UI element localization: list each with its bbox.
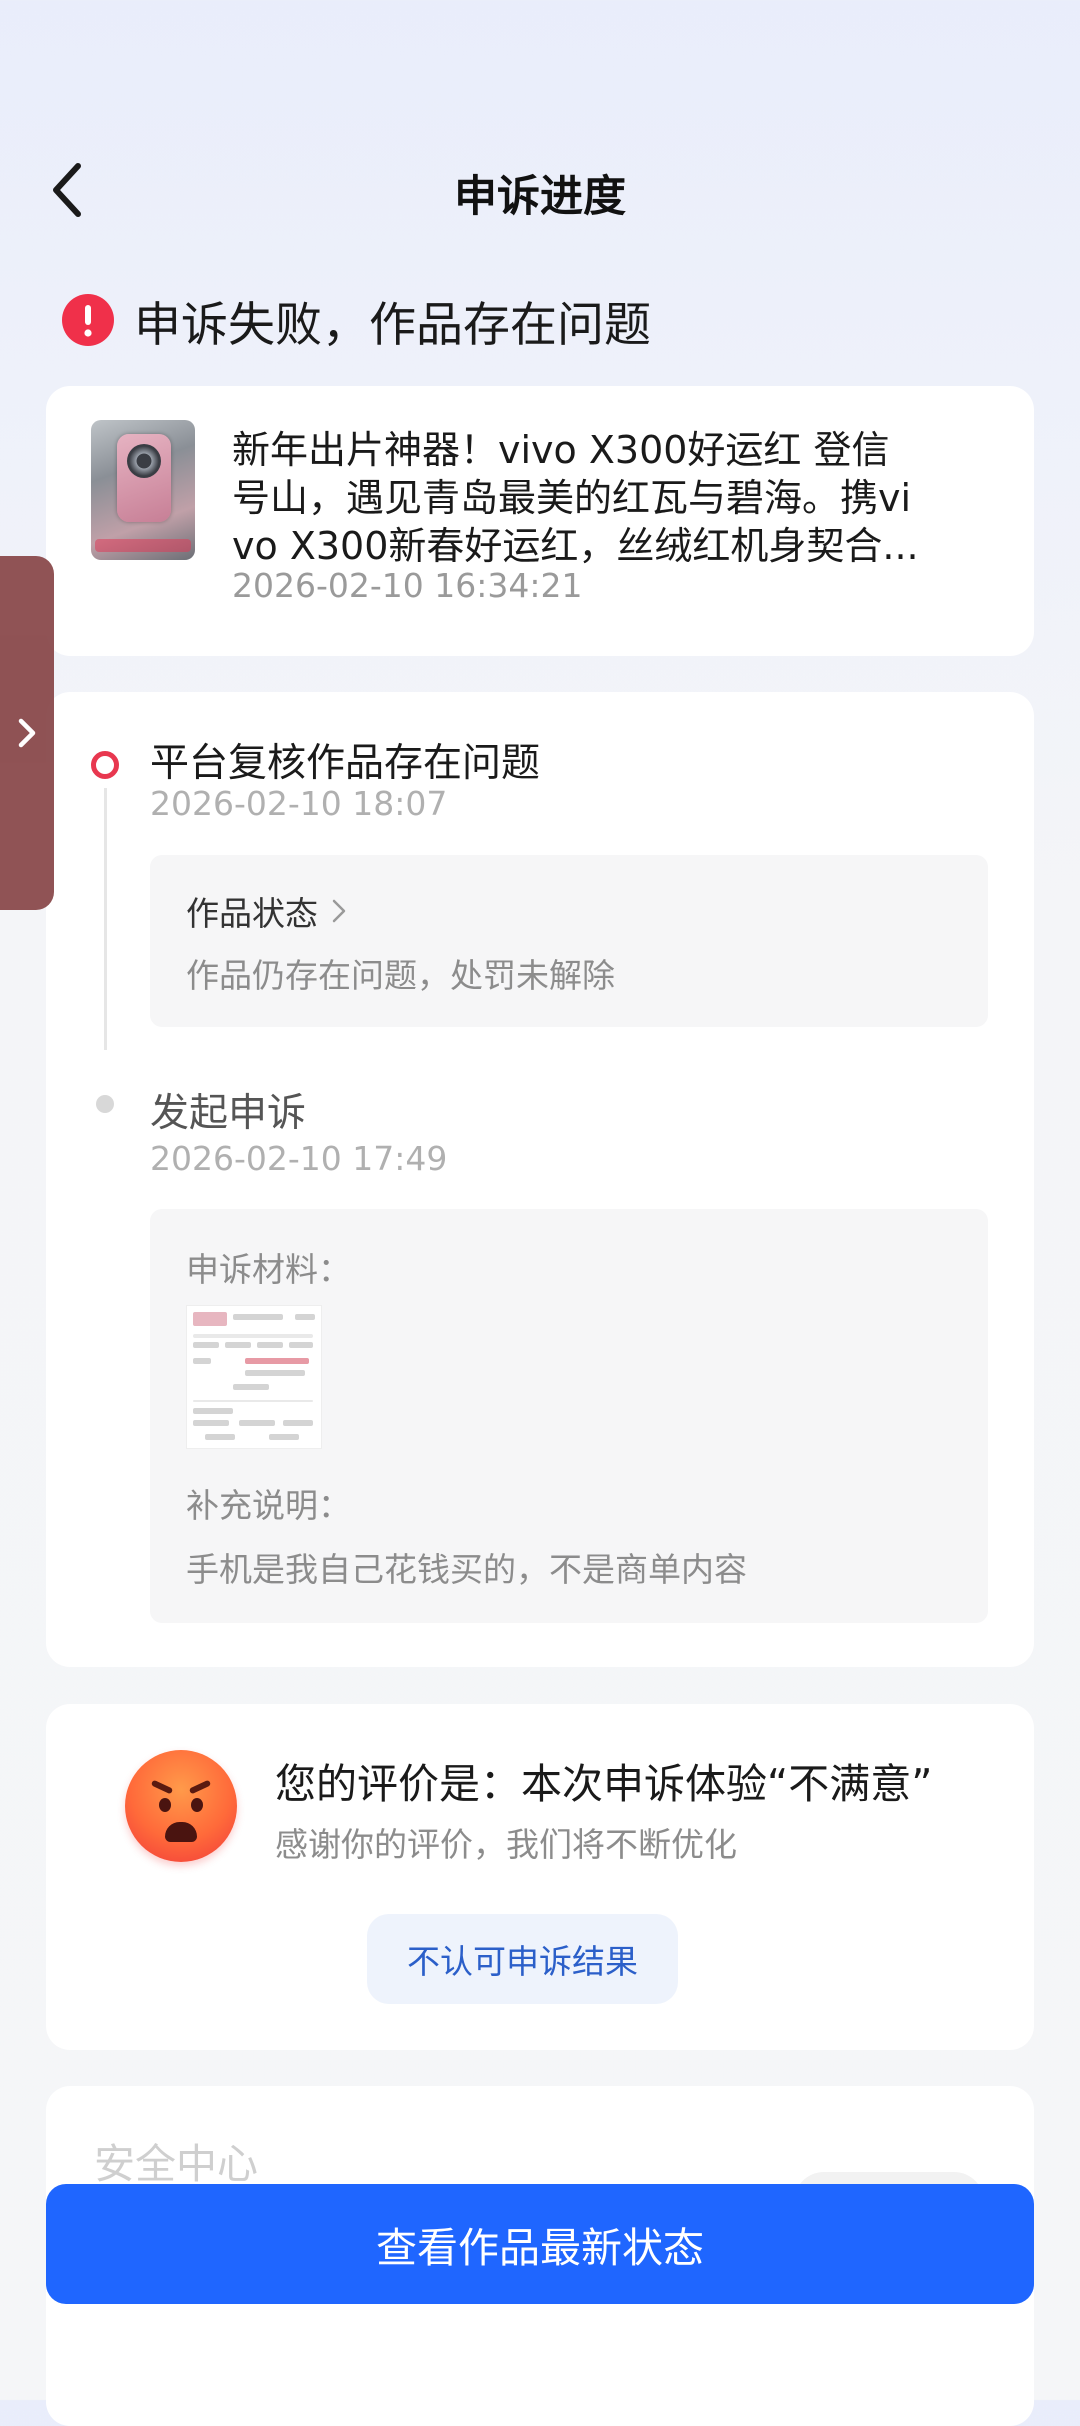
work-status-desc: 作品仍存在问题，处罚未解除: [186, 956, 615, 995]
post-thumbnail: [91, 420, 195, 560]
view-latest-status-button[interactable]: 查看作品最新状态: [46, 2184, 1034, 2304]
material-screenshot-thumbnail[interactable]: [186, 1305, 322, 1449]
step-appeal-time: 2026-02-10 17:49: [150, 1139, 448, 1178]
materials-label: 申诉材料：: [186, 1250, 351, 1289]
timeline-dot-active: [91, 751, 119, 779]
camera-lens-image: [127, 444, 161, 478]
thumbnail-caption-badge: [95, 539, 191, 552]
angry-face-icon: [125, 1750, 237, 1862]
post-title-line-1: 新年出片神器！vivo X300好运红 登信: [232, 428, 890, 472]
post-title-line-3: vo X300新春好运红，丝绒红机身契合...: [232, 524, 919, 568]
work-status-box[interactable]: 作品状态 作品仍存在问题，处罚未解除: [150, 855, 988, 1027]
work-status-label: 作品状态: [186, 894, 318, 933]
chevron-right-icon: [18, 718, 36, 748]
post-title: 新年出片神器！vivo X300好运红 登信 号山，遇见青岛最美的红瓦与碧海。携…: [232, 426, 992, 570]
header: 申诉进度: [0, 150, 1080, 230]
evaluation-title: 您的评价是：本次申诉体验“不满意”: [275, 1760, 933, 1808]
safety-center-title: 安全中心: [94, 2140, 258, 2188]
post-title-line-2: 号山，遇见青岛最美的红瓦与碧海。携vi: [232, 476, 912, 520]
evaluation-card: 您的评价是：本次申诉体验“不满意” 感谢你的评价，我们将不断优化 不认可申诉结果: [46, 1704, 1034, 2050]
step-review-time: 2026-02-10 18:07: [150, 784, 448, 823]
chevron-right-icon: [332, 899, 346, 923]
page-title: 申诉进度: [454, 172, 626, 222]
floating-side-tab[interactable]: [0, 556, 54, 910]
appeal-status: 申诉失败，作品存在问题: [62, 290, 651, 353]
alert-icon: [62, 294, 114, 346]
step-appeal-title: 发起申诉: [150, 1091, 307, 1136]
work-status-link[interactable]: 作品状态: [186, 887, 348, 935]
disagree-result-button[interactable]: 不认可申诉结果: [367, 1914, 678, 2004]
timeline-dot-inactive: [96, 1095, 114, 1113]
supplement-label: 补充说明：: [186, 1486, 351, 1525]
evaluation-subtitle: 感谢你的评价，我们将不断优化: [275, 1825, 737, 1864]
status-text: 申诉失败，作品存在问题: [134, 297, 651, 353]
timeline-card: 平台复核作品存在问题 2026-02-10 18:07 作品状态 作品仍存在问题…: [46, 692, 1034, 1667]
supplement-text: 手机是我自己花钱买的，不是商单内容: [186, 1550, 747, 1589]
timeline-connector: [104, 788, 107, 1050]
post-card[interactable]: 新年出片神器！vivo X300好运红 登信 号山，遇见青岛最美的红瓦与碧海。携…: [46, 386, 1034, 656]
post-time: 2026-02-10 16:34:21: [232, 566, 583, 605]
appeal-materials-box: 申诉材料： 补充说明： 手机是我自己花钱买的，不是商单内容: [150, 1209, 988, 1623]
step-review-title: 平台复核作品存在问题: [150, 741, 541, 786]
